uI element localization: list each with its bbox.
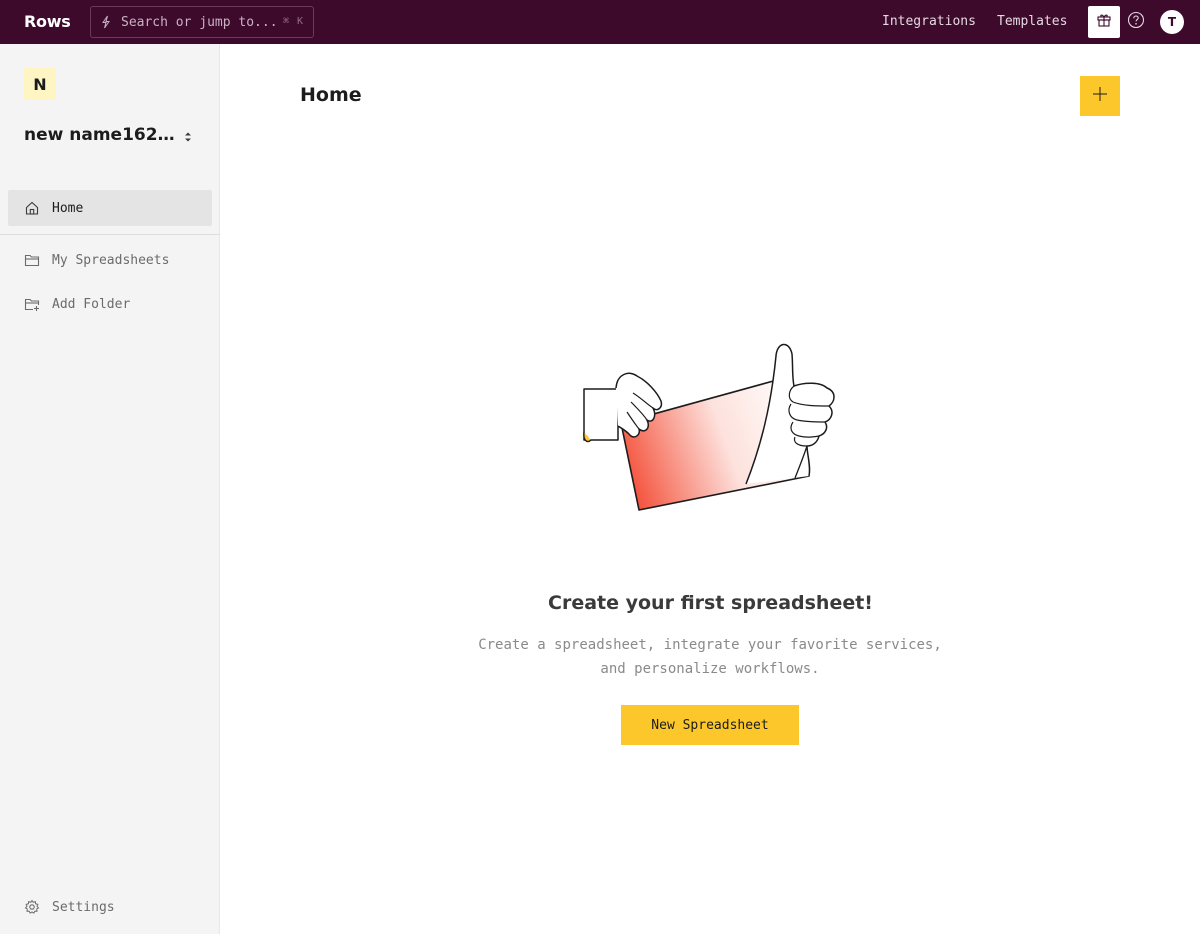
sidebar-item-settings[interactable]: Settings bbox=[8, 889, 212, 925]
sidebar: N new name1621... Home My Spreadsheets A… bbox=[0, 44, 220, 934]
rows-logo[interactable]: Rows bbox=[24, 12, 71, 31]
empty-state-title: Create your first spreadsheet! bbox=[548, 592, 873, 614]
sidebar-item-label: Home bbox=[52, 200, 84, 216]
sidebar-divider bbox=[0, 234, 220, 235]
empty-state-description: Create a spreadsheet, integrate your fav… bbox=[478, 637, 942, 677]
sidebar-item-label: Add Folder bbox=[52, 296, 131, 312]
nav-integrations-link[interactable]: Integrations bbox=[882, 14, 976, 29]
gear-icon bbox=[24, 899, 40, 915]
workspace-switcher-icon[interactable] bbox=[183, 130, 193, 144]
nav-templates-link[interactable]: Templates bbox=[997, 14, 1067, 29]
sidebar-item-label: My Spreadsheets bbox=[52, 252, 170, 268]
workspace-avatar[interactable]: N bbox=[24, 68, 56, 100]
sidebar-item-home[interactable]: Home bbox=[8, 190, 212, 226]
search-input[interactable]: Search or jump to... ⌘ K bbox=[90, 6, 314, 38]
main-content: Home Create your first spreadsheet! Crea… bbox=[221, 44, 1200, 934]
page-title: Home bbox=[300, 84, 362, 106]
gift-icon bbox=[1096, 12, 1112, 32]
user-avatar[interactable]: T bbox=[1160, 10, 1184, 34]
new-spreadsheet-button[interactable]: New Spreadsheet bbox=[621, 705, 799, 745]
search-shortcut: ⌘ K bbox=[282, 16, 304, 27]
lightning-icon bbox=[99, 15, 113, 29]
whats-new-button[interactable] bbox=[1088, 6, 1120, 38]
thumbs-up-spreadsheet-illustration bbox=[581, 336, 841, 516]
help-button[interactable] bbox=[1127, 11, 1145, 33]
help-circle-icon bbox=[1127, 11, 1145, 33]
sidebar-item-add-folder[interactable]: Add Folder bbox=[8, 286, 212, 322]
workspace-name[interactable]: new name1621... bbox=[24, 125, 178, 145]
plus-icon bbox=[1092, 86, 1108, 106]
search-placeholder: Search or jump to... bbox=[121, 14, 278, 30]
settings-label: Settings bbox=[52, 899, 115, 915]
sidebar-item-my-spreadsheets[interactable]: My Spreadsheets bbox=[8, 242, 212, 278]
folder-plus-icon bbox=[24, 296, 40, 312]
folder-icon bbox=[24, 252, 40, 268]
top-bar: Rows Search or jump to... ⌘ K Integratio… bbox=[0, 0, 1200, 44]
add-button[interactable] bbox=[1080, 76, 1120, 116]
home-icon bbox=[24, 200, 40, 216]
